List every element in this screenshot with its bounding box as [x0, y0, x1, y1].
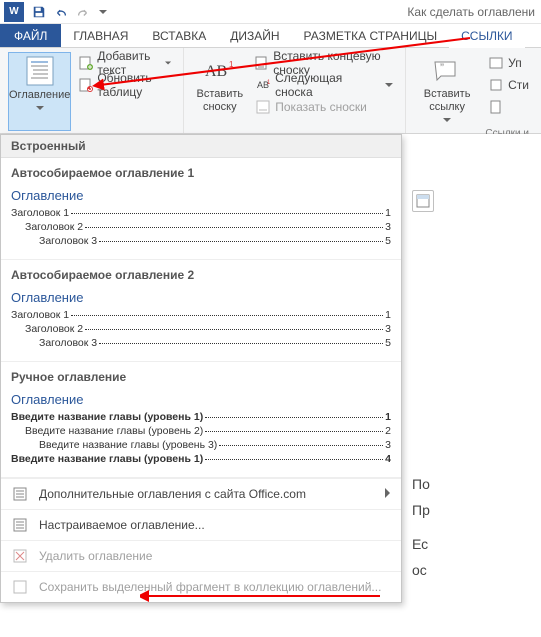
- next-footnote-button[interactable]: AB1 Следующая сноска: [251, 74, 397, 96]
- redo-icon[interactable]: [73, 2, 93, 22]
- endnote-icon: [255, 55, 269, 71]
- toc-auto-1[interactable]: Автособираемое оглавление 1 Оглавление З…: [1, 158, 401, 260]
- window-title: Как сделать оглавлени: [108, 5, 537, 19]
- qat-dropdown-icon[interactable]: [98, 2, 108, 22]
- svg-text:1: 1: [267, 80, 270, 86]
- update-table-label: Обновить таблицу: [97, 71, 171, 99]
- office-icon: [11, 485, 29, 503]
- remove-icon: [11, 547, 29, 565]
- show-footnotes-button: Показать сноски: [251, 96, 397, 118]
- sources-icon: [488, 55, 504, 71]
- add-text-icon: [79, 55, 93, 71]
- chevron-right-icon: [383, 487, 391, 501]
- chevron-down-icon: [385, 81, 393, 89]
- style-icon: [488, 77, 504, 93]
- toc-manual-title: Ручное оглавление: [11, 370, 391, 384]
- chevron-down-icon: [443, 116, 451, 124]
- insert-footnote-label: Вставить сноску: [192, 88, 247, 114]
- chevron-down-icon: [36, 104, 44, 112]
- side-panel-icon[interactable]: [412, 190, 434, 212]
- custom-toc[interactable]: Настраиваемое оглавление...: [1, 509, 401, 540]
- toc-auto-2-title: Автособираемое оглавление 2: [11, 268, 391, 282]
- toc-preview: Оглавление Заголовок 11 Заголовок 23 Заг…: [11, 188, 391, 247]
- biblio-icon: [488, 99, 504, 115]
- tab-file[interactable]: ФАЙЛ: [0, 24, 61, 47]
- next-footnote-icon: AB1: [255, 77, 271, 93]
- save-selection-icon: [11, 578, 29, 596]
- remove-toc-label: Удалить оглавление: [39, 549, 152, 563]
- toc-icon: [24, 55, 56, 87]
- doc-text: Пр: [412, 502, 541, 518]
- custom-toc-label: Настраиваемое оглавление...: [39, 518, 205, 532]
- ribbon-group-toc: Оглавление Добавить текст Обновить табли…: [0, 48, 184, 133]
- footnote-icon: AB1: [204, 54, 236, 86]
- biblio-button[interactable]: [484, 96, 533, 118]
- more-from-office[interactable]: Дополнительные оглавления с сайта Office…: [1, 478, 401, 509]
- toc-manual[interactable]: Ручное оглавление Оглавление Введите наз…: [1, 362, 401, 478]
- insert-link-label: Вставить ссылку: [414, 88, 480, 114]
- toc-button[interactable]: Оглавление: [8, 52, 71, 131]
- word-app-icon: W: [4, 2, 24, 22]
- toc-dropdown: Встроенный Автособираемое оглавление 1 О…: [0, 134, 402, 603]
- toc-preview: Оглавление Введите название главы (урове…: [11, 392, 391, 465]
- update-table-button[interactable]: Обновить таблицу: [75, 74, 175, 96]
- toc-button-label: Оглавление: [9, 89, 70, 102]
- doc-text: ос: [412, 562, 541, 578]
- toc-auto-1-title: Автособираемое оглавление 1: [11, 166, 391, 180]
- link-quote-icon: ”: [431, 54, 463, 86]
- tab-layout[interactable]: РАЗМЕТКА СТРАНИЦЫ: [292, 24, 450, 47]
- style-button[interactable]: Сти: [484, 74, 533, 96]
- doc-text: По: [412, 476, 541, 492]
- save-selection-label: Сохранить выделенный фрагмент в коллекци…: [39, 580, 381, 594]
- svg-text:1: 1: [229, 60, 234, 69]
- document-area: По Пр Ес ос: [402, 134, 541, 637]
- more-from-office-label: Дополнительные оглавления с сайта Office…: [39, 487, 306, 501]
- show-footnotes-label: Показать сноски: [275, 100, 367, 114]
- custom-toc-icon: [11, 516, 29, 534]
- show-footnotes-icon: [255, 99, 271, 115]
- ribbon: Оглавление Добавить текст Обновить табли…: [0, 48, 541, 134]
- title-bar: W Как сделать оглавлени: [0, 0, 541, 24]
- next-footnote-label: Следующая сноска: [275, 71, 382, 99]
- ribbon-group-citations: ” Вставить ссылку Уп Сти Ссылки и: [406, 48, 541, 133]
- manage-sources-label: Уп: [508, 56, 522, 70]
- ribbon-tabs: ФАЙЛ ГЛАВНАЯ ВСТАВКА ДИЗАЙН РАЗМЕТКА СТР…: [0, 24, 541, 48]
- remove-toc: Удалить оглавление: [1, 540, 401, 571]
- tab-insert[interactable]: ВСТАВКА: [140, 24, 218, 47]
- toc-preview: Оглавление Заголовок 11 Заголовок 23 Заг…: [11, 290, 391, 349]
- manage-sources-button[interactable]: Уп: [484, 52, 533, 74]
- dropdown-section-builtin: Встроенный: [1, 135, 401, 158]
- style-label: Сти: [508, 78, 529, 92]
- tab-references[interactable]: ССЫЛКИ: [449, 24, 524, 47]
- undo-icon[interactable]: [51, 2, 71, 22]
- toc-auto-2[interactable]: Автособираемое оглавление 2 Оглавление З…: [1, 260, 401, 362]
- insert-footnote-button[interactable]: AB1 Вставить сноску: [192, 52, 247, 131]
- chevron-down-icon: [165, 59, 171, 67]
- ribbon-group-footnotes: AB1 Вставить сноску Вставить концевую сн…: [184, 48, 406, 133]
- insert-link-button[interactable]: ” Вставить ссылку: [414, 52, 480, 126]
- save-icon[interactable]: [29, 2, 49, 22]
- save-selection: Сохранить выделенный фрагмент в коллекци…: [1, 571, 401, 602]
- tab-design[interactable]: ДИЗАЙН: [218, 24, 291, 47]
- update-icon: [79, 77, 93, 93]
- doc-text: Ес: [412, 536, 541, 552]
- tab-home[interactable]: ГЛАВНАЯ: [61, 24, 140, 47]
- svg-text:”: ”: [440, 61, 444, 75]
- svg-text:AB: AB: [205, 63, 227, 80]
